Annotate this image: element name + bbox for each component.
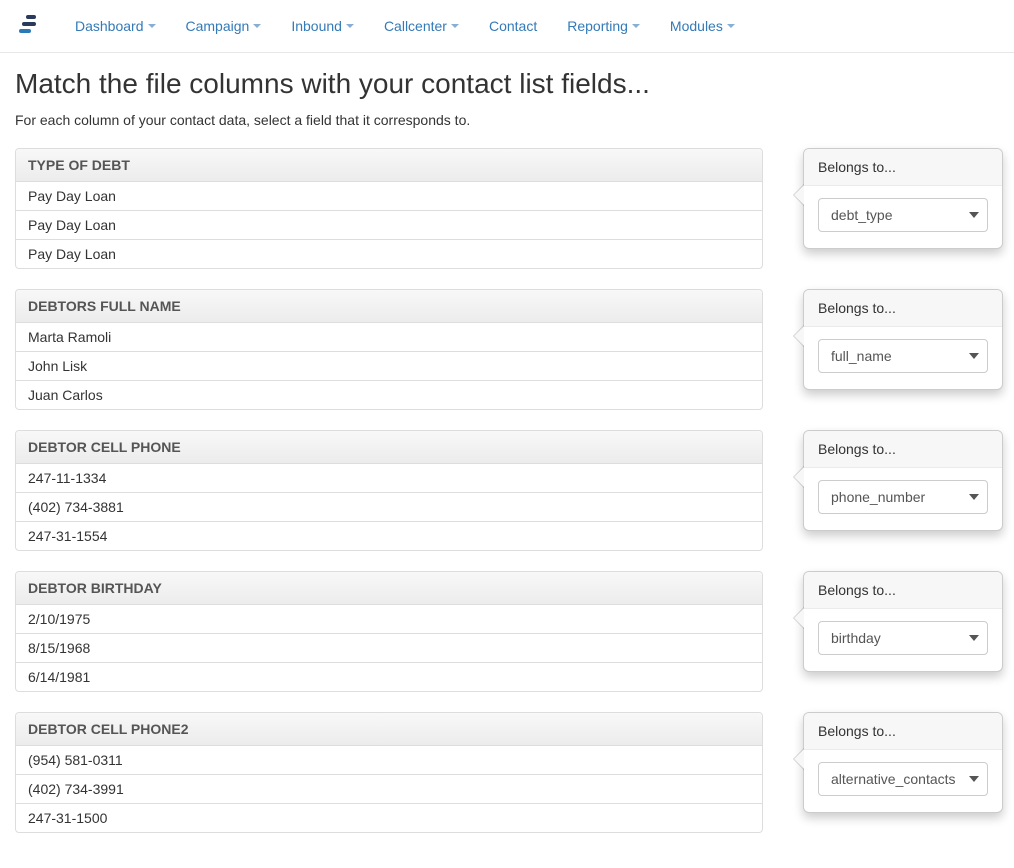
column-cell: (402) 734-3881 <box>16 493 762 522</box>
nav-callcenter[interactable]: Callcenter <box>369 8 474 44</box>
popover-content: alternative_contacts <box>804 750 1002 812</box>
field-select[interactable]: phone_number <box>818 480 988 514</box>
mapping-box: Belongs to... birthday <box>803 571 1003 672</box>
field-select[interactable]: birthday <box>818 621 988 655</box>
chevron-down-icon <box>727 24 735 28</box>
column-cell: Pay Day Loan <box>16 211 762 240</box>
nav-campaign[interactable]: Campaign <box>171 8 277 44</box>
mapping-box: Belongs to... alternative_contacts <box>803 712 1003 813</box>
mapping-box: Belongs to... debt_type <box>803 148 1003 249</box>
chevron-down-icon <box>346 24 354 28</box>
column-cell: Juan Carlos <box>16 381 762 409</box>
popover-title: Belongs to... <box>804 431 1002 468</box>
column-preview: DEBTORS FULL NAMEMarta RamoliJohn LiskJu… <box>15 289 763 410</box>
nav-label: Inbound <box>291 18 342 34</box>
column-cell: John Lisk <box>16 352 762 381</box>
column-header: TYPE OF DEBT <box>16 149 762 182</box>
popover-title: Belongs to... <box>804 713 1002 750</box>
column-cell: 6/14/1981 <box>16 663 762 691</box>
popover-arrow-icon <box>793 325 804 347</box>
mapping-popover: Belongs to... phone_number <box>803 430 1003 531</box>
logo-icon <box>17 13 43 39</box>
match-row: DEBTOR BIRTHDAY2/10/19758/15/19686/14/19… <box>15 571 999 692</box>
popover-content: full_name <box>804 327 1002 389</box>
popover-arrow-icon <box>793 748 804 770</box>
column-cell: 247-31-1500 <box>16 804 762 832</box>
column-cell: Pay Day Loan <box>16 240 762 268</box>
column-header: DEBTOR CELL PHONE <box>16 431 762 464</box>
column-header: DEBTOR CELL PHONE2 <box>16 713 762 746</box>
popover-title: Belongs to... <box>804 572 1002 609</box>
column-cell: (402) 734-3991 <box>16 775 762 804</box>
chevron-down-icon <box>632 24 640 28</box>
nav-modules[interactable]: Modules <box>655 8 750 44</box>
popover-arrow-icon <box>793 466 804 488</box>
match-list: TYPE OF DEBTPay Day LoanPay Day LoanPay … <box>15 148 999 833</box>
chevron-down-icon <box>253 24 261 28</box>
match-row: TYPE OF DEBTPay Day LoanPay Day LoanPay … <box>15 148 999 269</box>
column-cell: 2/10/1975 <box>16 605 762 634</box>
match-row: DEBTOR CELL PHONE247-11-1334(402) 734-38… <box>15 430 999 551</box>
column-cell: Pay Day Loan <box>16 182 762 211</box>
mapping-popover: Belongs to... alternative_contacts <box>803 712 1003 813</box>
nav-label: Modules <box>670 18 723 34</box>
nav-label: Campaign <box>186 18 250 34</box>
column-cell: 247-31-1554 <box>16 522 762 550</box>
chevron-down-icon <box>148 24 156 28</box>
field-select[interactable]: alternative_contacts <box>818 762 988 796</box>
mapping-popover: Belongs to... birthday <box>803 571 1003 672</box>
nav-reporting[interactable]: Reporting <box>552 8 655 44</box>
nav-label: Dashboard <box>75 18 144 34</box>
column-header: DEBTORS FULL NAME <box>16 290 762 323</box>
mapping-box: Belongs to... full_name <box>803 289 1003 390</box>
popover-content: birthday <box>804 609 1002 671</box>
popover-arrow-icon <box>793 184 804 206</box>
page-title: Match the file columns with your contact… <box>15 68 999 100</box>
nav-dashboard[interactable]: Dashboard <box>60 8 171 44</box>
top-navbar: Dashboard Campaign Inbound Callcenter Co… <box>0 0 1014 53</box>
popover-arrow-icon <box>793 607 804 629</box>
column-preview: DEBTOR CELL PHONE2(954) 581-0311(402) 73… <box>15 712 763 833</box>
nav-label: Callcenter <box>384 18 447 34</box>
column-header: DEBTOR BIRTHDAY <box>16 572 762 605</box>
popover-title: Belongs to... <box>804 290 1002 327</box>
popover-content: phone_number <box>804 468 1002 530</box>
popover-title: Belongs to... <box>804 149 1002 186</box>
mapping-popover: Belongs to... debt_type <box>803 148 1003 249</box>
column-cell: 247-11-1334 <box>16 464 762 493</box>
nav-list: Dashboard Campaign Inbound Callcenter Co… <box>60 8 750 44</box>
nav-inbound[interactable]: Inbound <box>276 8 369 44</box>
column-preview: DEBTOR BIRTHDAY2/10/19758/15/19686/14/19… <box>15 571 763 692</box>
chevron-down-icon <box>451 24 459 28</box>
field-select[interactable]: full_name <box>818 339 988 373</box>
main-container: Match the file columns with your contact… <box>0 53 1014 868</box>
match-row: DEBTOR CELL PHONE2(954) 581-0311(402) 73… <box>15 712 999 833</box>
page-subtitle: For each column of your contact data, se… <box>15 112 999 128</box>
nav-label: Contact <box>489 18 537 34</box>
popover-content: debt_type <box>804 186 1002 248</box>
column-cell: (954) 581-0311 <box>16 746 762 775</box>
column-preview: DEBTOR CELL PHONE247-11-1334(402) 734-38… <box>15 430 763 551</box>
column-cell: Marta Ramoli <box>16 323 762 352</box>
match-row: DEBTORS FULL NAMEMarta RamoliJohn LiskJu… <box>15 289 999 410</box>
nav-contact[interactable]: Contact <box>474 8 552 44</box>
column-cell: 8/15/1968 <box>16 634 762 663</box>
field-select[interactable]: debt_type <box>818 198 988 232</box>
mapping-popover: Belongs to... full_name <box>803 289 1003 390</box>
app-logo <box>0 13 60 39</box>
nav-label: Reporting <box>567 18 628 34</box>
mapping-box: Belongs to... phone_number <box>803 430 1003 531</box>
column-preview: TYPE OF DEBTPay Day LoanPay Day LoanPay … <box>15 148 763 269</box>
